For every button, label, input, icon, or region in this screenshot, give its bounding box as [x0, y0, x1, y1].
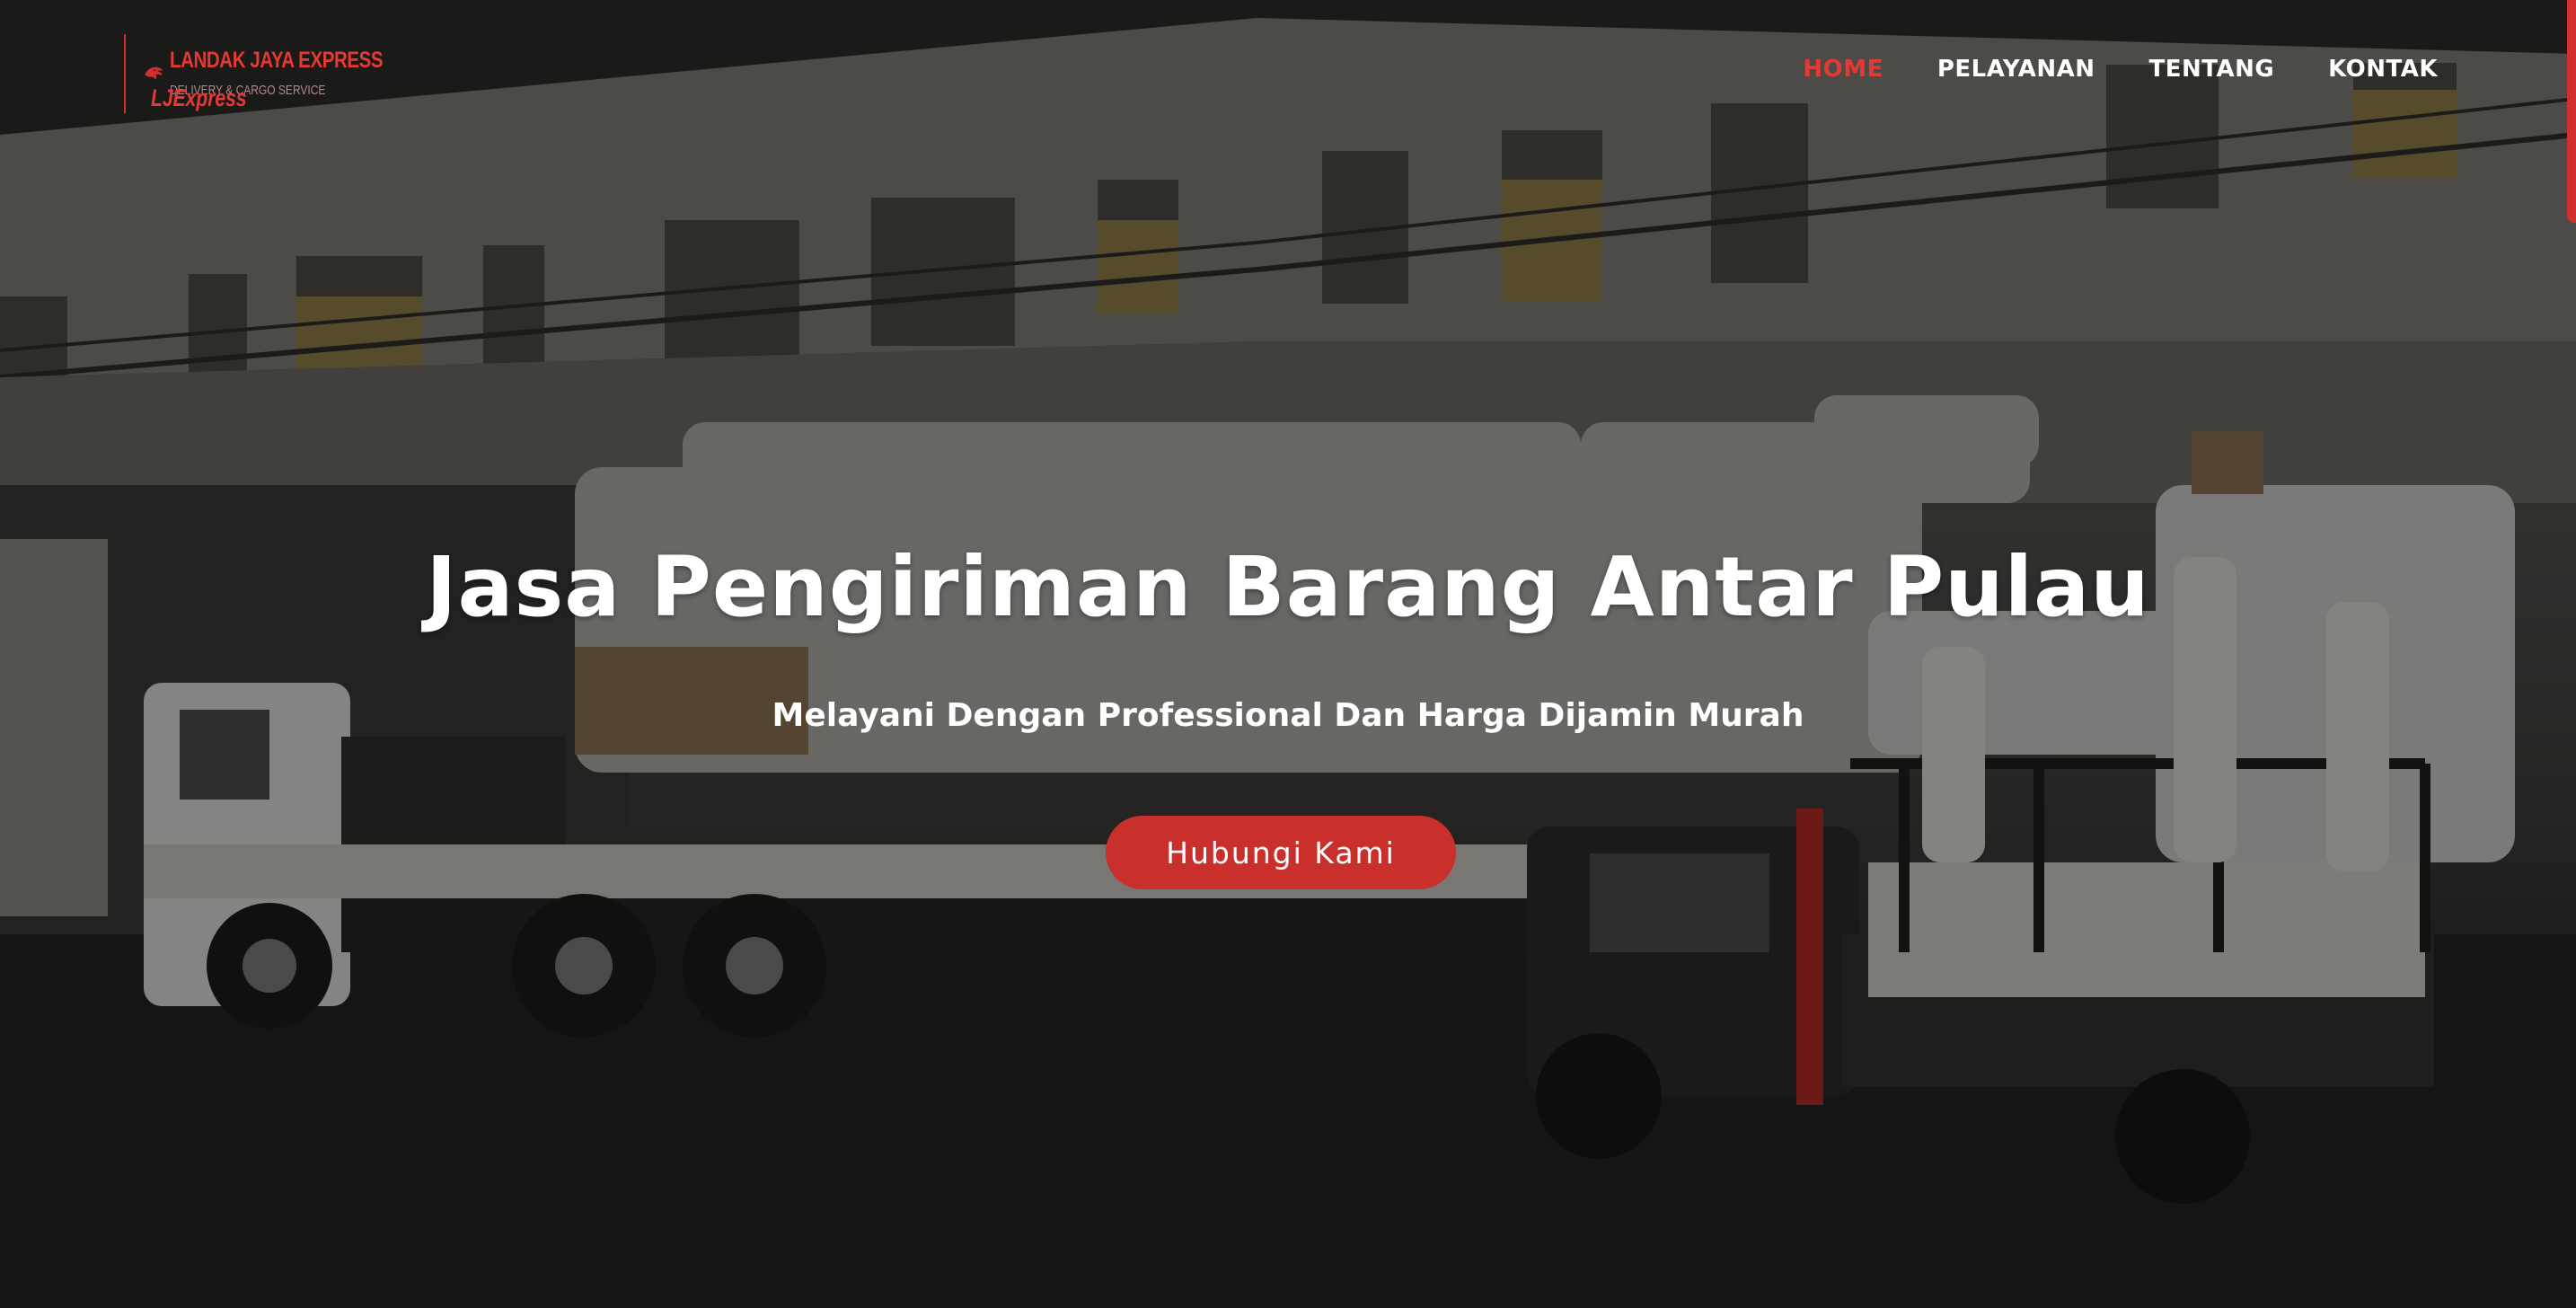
hero-section: LANDAK JAYA EXPRESS DELIVERY & CARGO SER…	[0, 0, 2576, 1308]
logo-title: LANDAK JAYA EXPRESS	[169, 48, 384, 73]
hero-subtitle: Melayani Dengan Professional Dan Harga D…	[772, 697, 1804, 734]
hero-dark-overlay	[0, 0, 2576, 1308]
nav-item-tentang[interactable]: TENTANG	[2148, 56, 2274, 83]
page-scrollbar[interactable]	[2567, 0, 2576, 223]
nav-item-kontak[interactable]: KONTAK	[2328, 56, 2438, 83]
site-logo[interactable]: LANDAK JAYA EXPRESS DELIVERY & CARGO SER…	[124, 32, 429, 115]
nav-item-pelayanan[interactable]: PELAYANAN	[1937, 56, 2095, 83]
logo-brand-text: LJExpress	[151, 84, 247, 111]
logo-accent-bar	[124, 34, 126, 113]
main-nav: HOME PELAYANAN TENTANG KONTAK	[1749, 56, 2438, 83]
contact-us-button[interactable]: Hubungi Kami	[1106, 816, 1456, 889]
hero-title: Jasa Pengiriman Barang Antar Pulau	[426, 539, 2150, 635]
nav-item-home[interactable]: HOME	[1803, 56, 1883, 83]
